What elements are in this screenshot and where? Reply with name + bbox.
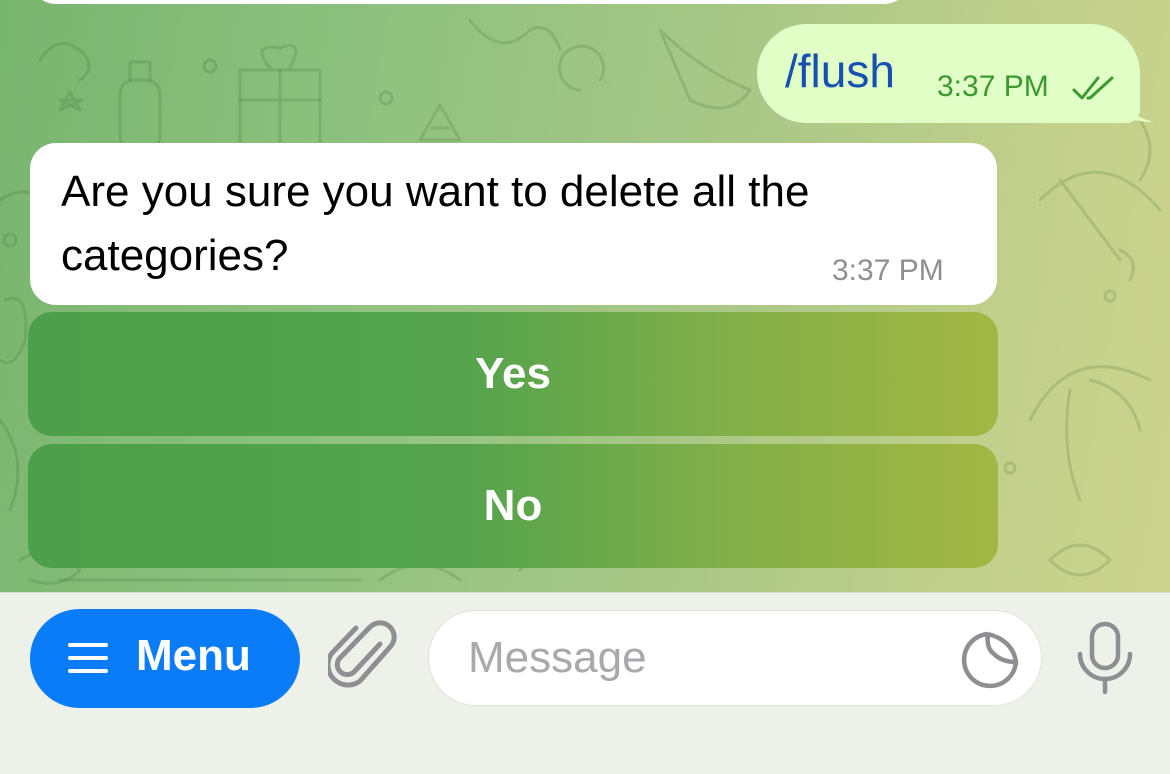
paperclip-icon[interactable] bbox=[328, 618, 398, 694]
previous-message-bubble bbox=[30, 0, 910, 4]
inline-button-yes[interactable]: Yes bbox=[28, 312, 998, 436]
message-input[interactable] bbox=[466, 624, 940, 692]
sticker-icon[interactable] bbox=[958, 630, 1020, 690]
outgoing-message-time: 3:37 PM bbox=[937, 70, 1049, 103]
outgoing-command-link[interactable]: /flush bbox=[785, 44, 895, 98]
microphone-icon[interactable] bbox=[1074, 620, 1136, 696]
inline-button-yes-label: Yes bbox=[475, 349, 551, 398]
inline-button-no-label: No bbox=[483, 481, 543, 530]
inline-button-no[interactable]: No bbox=[28, 444, 998, 568]
double-check-read-icon bbox=[1072, 76, 1114, 100]
incoming-message-time: 3:37 PM bbox=[832, 254, 944, 287]
menu-button-label: Menu bbox=[136, 631, 251, 680]
hamburger-icon bbox=[68, 643, 108, 673]
outgoing-bubble-tail bbox=[1118, 92, 1154, 122]
chat-area: /flush 3:37 PM Are you sure you want to … bbox=[0, 0, 1170, 592]
